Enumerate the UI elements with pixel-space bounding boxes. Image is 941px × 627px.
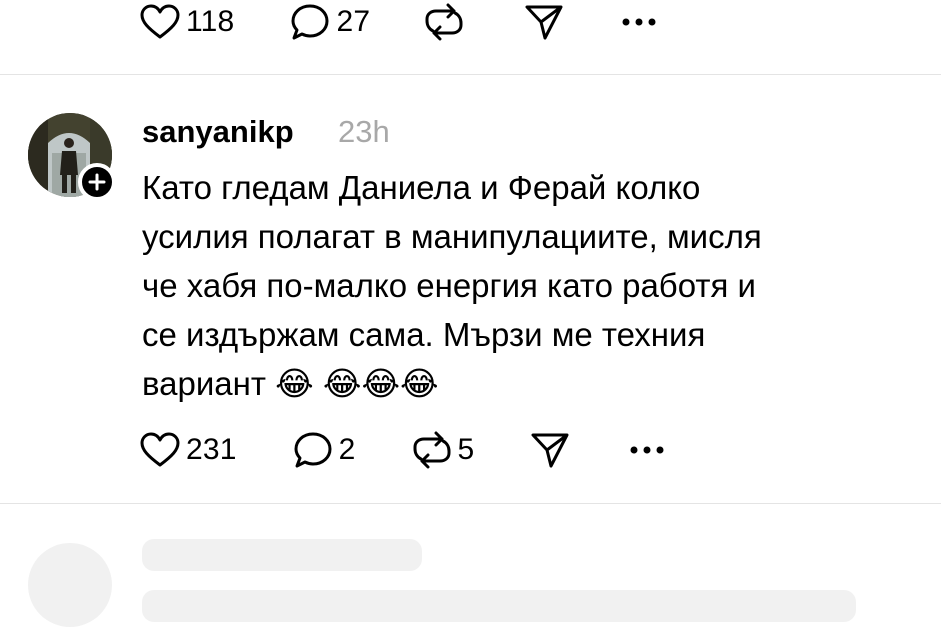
repost-icon [413, 431, 451, 469]
username[interactable]: sanyanikp [142, 114, 294, 150]
prev-share-button[interactable] [524, 0, 564, 44]
prev-reply-button[interactable]: 27 [290, 0, 370, 44]
prev-reply-count: 27 [336, 5, 371, 38]
divider [0, 74, 941, 75]
reply-count: 2 [338, 433, 356, 466]
heart-icon [140, 432, 180, 467]
reply-button[interactable]: 2 [293, 428, 356, 472]
avatar[interactable] [28, 113, 116, 201]
comment-icon [291, 4, 329, 40]
skeleton-line [142, 539, 422, 571]
share-icon [531, 433, 569, 468]
heart-icon [140, 4, 180, 39]
skeleton-avatar [28, 543, 112, 627]
comment-icon [294, 432, 332, 468]
prev-like-button[interactable]: 118 [140, 0, 234, 44]
post-text: Като гледам Даниела и Ферай колко усилия… [142, 169, 762, 402]
skeleton-line [142, 590, 856, 622]
prev-post-actions: 118 27 [140, 0, 656, 44]
more-icon [622, 18, 656, 26]
prev-more-button[interactable] [622, 0, 656, 44]
share-icon [525, 5, 563, 40]
follow-plus-icon[interactable] [78, 163, 116, 201]
repost-icon [425, 3, 463, 41]
divider [0, 503, 941, 504]
post-actions: 231 2 5 [140, 428, 664, 472]
repost-count: 5 [457, 433, 475, 466]
more-icon [630, 446, 664, 454]
prev-repost-button[interactable] [424, 0, 470, 44]
repost-button[interactable]: 5 [412, 428, 475, 472]
like-button[interactable]: 231 [140, 428, 237, 472]
share-button[interactable] [530, 428, 570, 472]
timestamp: 23h [338, 114, 390, 149]
more-button[interactable] [630, 428, 664, 472]
like-count: 231 [186, 433, 237, 466]
prev-like-count: 118 [186, 5, 235, 38]
